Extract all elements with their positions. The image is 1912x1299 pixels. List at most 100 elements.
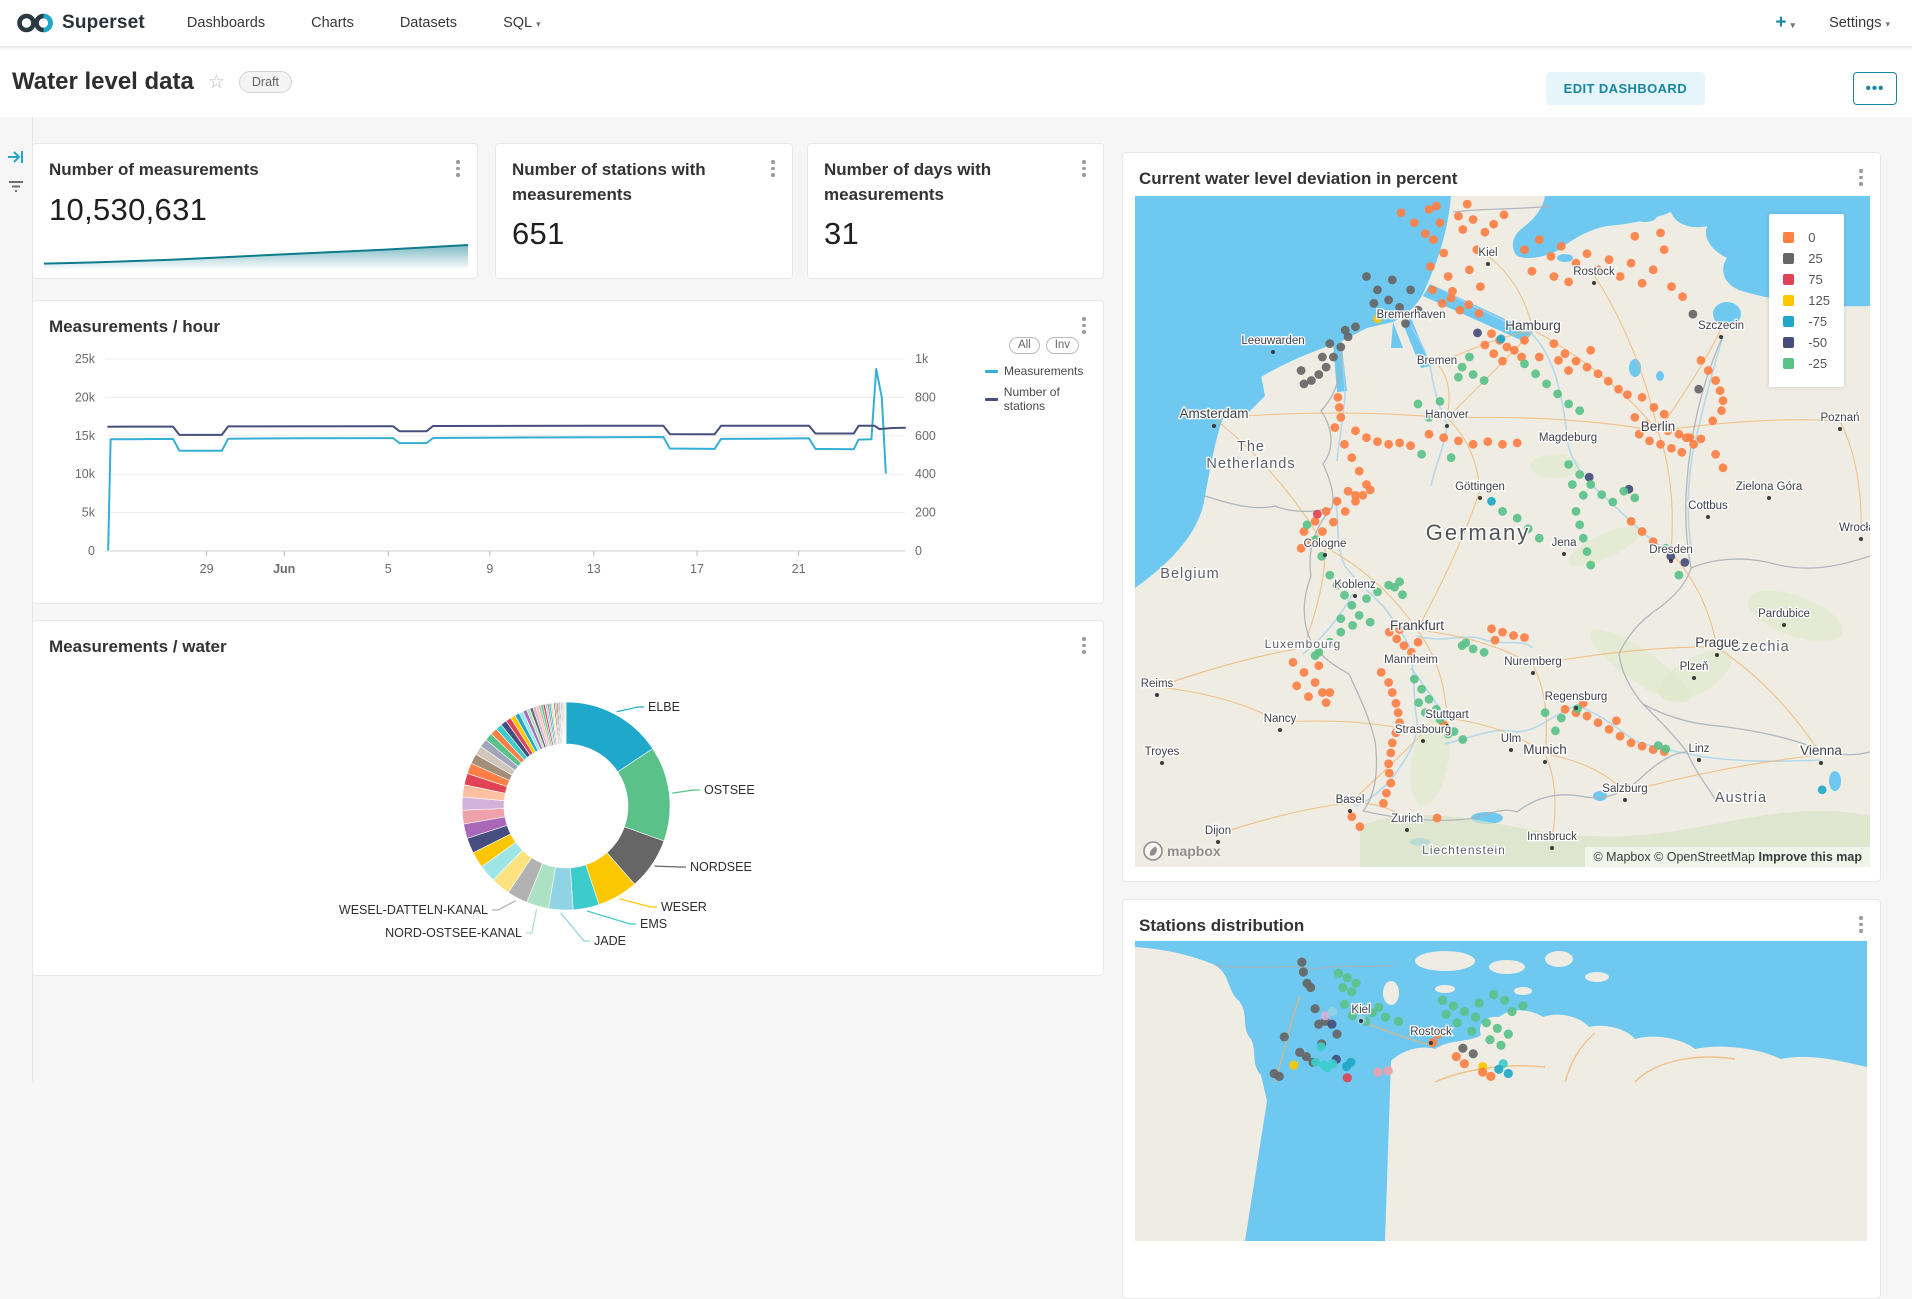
station-dot[interactable] (1340, 1000, 1349, 1009)
station-dot[interactable] (1487, 329, 1496, 338)
legend-item[interactable]: Measurements (985, 364, 1103, 378)
station-dot[interactable] (1325, 571, 1334, 580)
map-legend-item[interactable]: 25 (1783, 251, 1830, 266)
station-dot[interactable] (1471, 1013, 1480, 1022)
station-dot[interactable] (1638, 279, 1647, 288)
station-dot[interactable] (1704, 366, 1713, 375)
nav-item-datasets[interactable]: Datasets (400, 15, 457, 31)
station-dot[interactable] (1554, 356, 1563, 365)
station-dot[interactable] (1583, 547, 1592, 556)
station-dot[interactable] (1638, 742, 1647, 751)
station-dot[interactable] (1465, 353, 1474, 362)
station-dot[interactable] (1494, 1065, 1503, 1074)
station-dot[interactable] (1327, 1020, 1336, 1029)
station-dot[interactable] (1332, 1030, 1341, 1039)
station-dot[interactable] (1557, 714, 1566, 723)
station-dot[interactable] (1289, 658, 1298, 667)
station-dot[interactable] (1325, 688, 1334, 697)
station-dot[interactable] (1630, 413, 1639, 422)
settings-menu[interactable]: Settings▾ (1829, 15, 1890, 31)
station-dot[interactable] (1711, 376, 1720, 385)
station-dot[interactable] (1275, 1072, 1284, 1081)
station-dot[interactable] (1498, 507, 1507, 516)
station-dot[interactable] (1697, 435, 1706, 444)
station-dot[interactable] (1489, 220, 1498, 229)
station-dot[interactable] (1719, 463, 1728, 472)
station-dot[interactable] (1467, 1027, 1476, 1036)
station-dot[interactable] (1518, 1001, 1527, 1010)
station-dot[interactable] (1362, 594, 1371, 603)
station-dot[interactable] (1341, 326, 1350, 335)
station-dot[interactable] (1400, 641, 1409, 650)
station-dot[interactable] (1385, 769, 1394, 778)
legend-button-all[interactable]: All (1009, 337, 1040, 354)
station-dot[interactable] (1612, 716, 1621, 725)
station-dot[interactable] (1579, 491, 1588, 500)
station-dot[interactable] (1677, 448, 1686, 457)
nav-item-dashboards[interactable]: Dashboards (187, 15, 265, 31)
station-dot[interactable] (1604, 377, 1613, 386)
station-dot[interactable] (1667, 444, 1676, 453)
station-dot[interactable] (1318, 527, 1327, 536)
station-dot[interactable] (1439, 249, 1448, 258)
station-dot[interactable] (1392, 699, 1401, 708)
stations-map[interactable]: KielRostock (1135, 941, 1867, 1241)
station-dot[interactable] (1328, 1007, 1337, 1016)
station-dot[interactable] (1417, 450, 1426, 459)
station-dot[interactable] (1645, 437, 1654, 446)
station-dot[interactable] (1344, 487, 1353, 496)
station-dot[interactable] (1425, 695, 1434, 704)
filter-funnel-icon[interactable] (7, 179, 25, 200)
station-dot[interactable] (1638, 527, 1647, 536)
station-dot[interactable] (1414, 638, 1423, 647)
station-dot[interactable] (1605, 725, 1614, 734)
station-dot[interactable] (1528, 267, 1537, 276)
expand-filters-icon[interactable] (7, 149, 25, 170)
station-dot[interactable] (1660, 245, 1669, 254)
map-legend-item[interactable]: -50 (1783, 335, 1830, 350)
station-dot[interactable] (1507, 1007, 1516, 1016)
station-dot[interactable] (1292, 681, 1301, 690)
station-dot[interactable] (1498, 357, 1507, 366)
station-dot[interactable] (1388, 688, 1397, 697)
station-dot[interactable] (1564, 460, 1573, 469)
station-dot[interactable] (1454, 212, 1463, 221)
station-dot[interactable] (1381, 1013, 1390, 1022)
station-dot[interactable] (1583, 249, 1592, 258)
station-dot[interactable] (1510, 346, 1519, 355)
station-dot[interactable] (1362, 433, 1371, 442)
station-dot[interactable] (1289, 1061, 1298, 1070)
station-dot[interactable] (1382, 789, 1391, 798)
station-dot[interactable] (1460, 1007, 1469, 1016)
map-legend-item[interactable]: -75 (1783, 314, 1830, 329)
station-dot[interactable] (1414, 400, 1423, 409)
station-dot[interactable] (1458, 363, 1467, 372)
station-dot[interactable] (1384, 1066, 1393, 1075)
station-dot[interactable] (1454, 373, 1463, 382)
station-dot[interactable] (1498, 440, 1507, 449)
station-dot[interactable] (1520, 633, 1529, 642)
station-dot[interactable] (1373, 286, 1382, 295)
station-dot[interactable] (1356, 822, 1365, 831)
station-dot[interactable] (1496, 1041, 1505, 1050)
map-legend-item[interactable]: -25 (1783, 356, 1830, 371)
station-dot[interactable] (1586, 346, 1595, 355)
station-dot[interactable] (1716, 386, 1725, 395)
favorite-star-icon[interactable]: ☆ (208, 71, 225, 94)
station-dot[interactable] (1561, 705, 1570, 714)
station-dot[interactable] (1553, 390, 1562, 399)
station-dot[interactable] (1340, 440, 1349, 449)
station-dot[interactable] (1438, 299, 1447, 308)
station-dot[interactable] (1561, 349, 1570, 358)
station-dot[interactable] (1531, 369, 1540, 378)
station-dot[interactable] (1464, 300, 1473, 309)
station-dot[interactable] (1465, 265, 1474, 274)
station-dot[interactable] (1660, 410, 1669, 419)
station-dot[interactable] (1469, 645, 1478, 654)
station-dot[interactable] (1334, 393, 1343, 402)
station-dot[interactable] (1520, 359, 1529, 368)
station-dot[interactable] (1680, 558, 1689, 567)
station-dot[interactable] (1303, 520, 1312, 529)
station-dot[interactable] (1480, 376, 1489, 385)
station-dot[interactable] (1711, 450, 1720, 459)
